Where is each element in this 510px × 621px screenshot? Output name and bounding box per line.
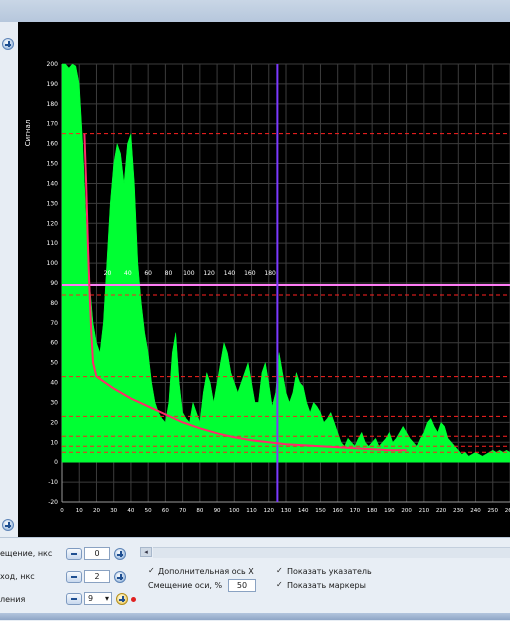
x-tick-label: 220 [436,508,447,514]
axis-offset-label: Смещение оси, % [148,581,223,590]
x-tick-label: 80 [196,508,203,514]
mode-select[interactable]: 9 ▾ [84,592,112,605]
zoom-in-top-icon[interactable] [2,38,14,50]
x-tick-label: 260 [505,508,510,514]
secondary-x-tick-label: 20 [104,270,112,277]
y-tick-label: 130 [47,200,59,207]
signal-chart[interactable]: 200 190 180 170 160 150 140 130 120 110 100 90 80 70 6… [18,22,510,537]
secondary-x-tick-label: 100 [183,270,195,277]
step-label: ход, нкс [0,572,35,581]
y-tick-label: 60 [50,340,58,347]
x-tick-label: 230 [453,508,464,514]
x-tick-label: 90 [214,508,221,514]
add-marker-icon[interactable] [116,593,128,605]
extra-axis-checkbox[interactable]: ✓ [148,567,156,575]
y-tick-label: 20 [50,419,58,426]
secondary-x-tick-label: 40 [124,270,132,277]
step-decrement-button[interactable] [66,571,82,583]
y-tick-label: 190 [47,81,59,88]
scroll-left-button[interactable]: ◂ [140,547,152,557]
x-tick-label: 100 [229,508,240,514]
y-tick-label: 170 [47,121,59,128]
left-panel [0,22,19,537]
x-tick-label: 110 [246,508,257,514]
secondary-x-tick-label: 180 [264,270,276,277]
x-tick-label: 70 [179,508,186,514]
chevron-down-icon: ▾ [104,594,109,603]
y-tick-label: -20 [48,499,58,506]
y-tick-label: 0 [54,459,58,466]
signal-chart-svg: 2001901801701601501401301201101009080706… [24,61,510,514]
x-tick-label: 60 [162,508,169,514]
record-dot-icon [131,597,136,602]
x-tick-label: 150 [315,508,326,514]
y-tick-label: 140 [47,180,59,187]
show-pointer-label: Показать указатель [287,567,372,576]
settings-panel: ещение, нкс 0 ход, нкс 2 ления 9 ▾ ◂ ✓ Д… [0,537,510,621]
show-markers-label: Показать маркеры [287,581,366,590]
secondary-x-tick-label: 60 [144,270,152,277]
x-tick-label: 160 [332,508,343,514]
offset-increment-button[interactable] [114,548,126,560]
x-tick-label: 250 [488,508,499,514]
offset-decrement-button[interactable] [66,548,82,560]
y-tick-label: -10 [48,479,58,486]
offset-input[interactable]: 0 [84,547,110,560]
mode-select-value: 9 [88,594,94,603]
zoom-in-bottom-icon[interactable] [2,519,14,531]
y-tick-label: 70 [50,320,58,327]
x-tick-label: 20 [93,508,100,514]
x-tick-label: 130 [281,508,292,514]
x-tick-label: 140 [298,508,309,514]
x-tick-label: 40 [127,508,134,514]
y-tick-label: 100 [47,260,59,267]
step-input[interactable]: 2 [84,570,110,583]
x-tick-label: 240 [470,508,481,514]
x-tick-label: 200 [401,508,412,514]
y-tick-label: 150 [47,161,59,168]
y-axis-label: Сигнал [24,120,32,146]
secondary-x-tick-label: 140 [224,270,236,277]
secondary-x-tick-label: 120 [203,270,215,277]
y-tick-label: 50 [50,360,58,367]
show-markers-checkbox[interactable]: ✓ [276,581,284,589]
title-bar [0,0,510,23]
secondary-x-tick-label: 160 [244,270,256,277]
x-tick-label: 120 [264,508,275,514]
y-tick-label: 90 [50,280,58,287]
y-tick-label: 200 [47,61,59,68]
x-tick-label: 50 [145,508,152,514]
x-tick-label: 190 [384,508,395,514]
extra-axis-label: Дополнительная ось X [158,567,254,576]
y-tick-label: 110 [47,240,59,247]
mode-decrement-button[interactable] [66,593,82,605]
horizontal-scrollbar[interactable] [153,547,510,558]
x-tick-label: 170 [350,508,361,514]
taskbar [0,613,510,620]
x-tick-label: 180 [367,508,378,514]
secondary-x-tick-label: 80 [165,270,173,277]
step-increment-button[interactable] [114,571,126,583]
mode-label: ления [0,595,26,604]
y-tick-label: 120 [47,220,59,227]
offset-label: ещение, нкс [0,549,53,558]
x-tick-label: 10 [76,508,83,514]
y-tick-label: 180 [47,101,59,108]
x-tick-label: 210 [419,508,430,514]
y-tick-label: 10 [50,439,58,446]
axis-offset-input[interactable]: 50 [228,579,256,592]
x-tick-label: 30 [110,508,117,514]
y-tick-label: 80 [50,300,58,307]
show-pointer-checkbox[interactable]: ✓ [276,567,284,575]
y-tick-label: 40 [50,380,58,387]
y-tick-label: 30 [50,399,58,406]
y-tick-label: 160 [47,141,59,148]
x-tick-label: 0 [60,508,64,514]
